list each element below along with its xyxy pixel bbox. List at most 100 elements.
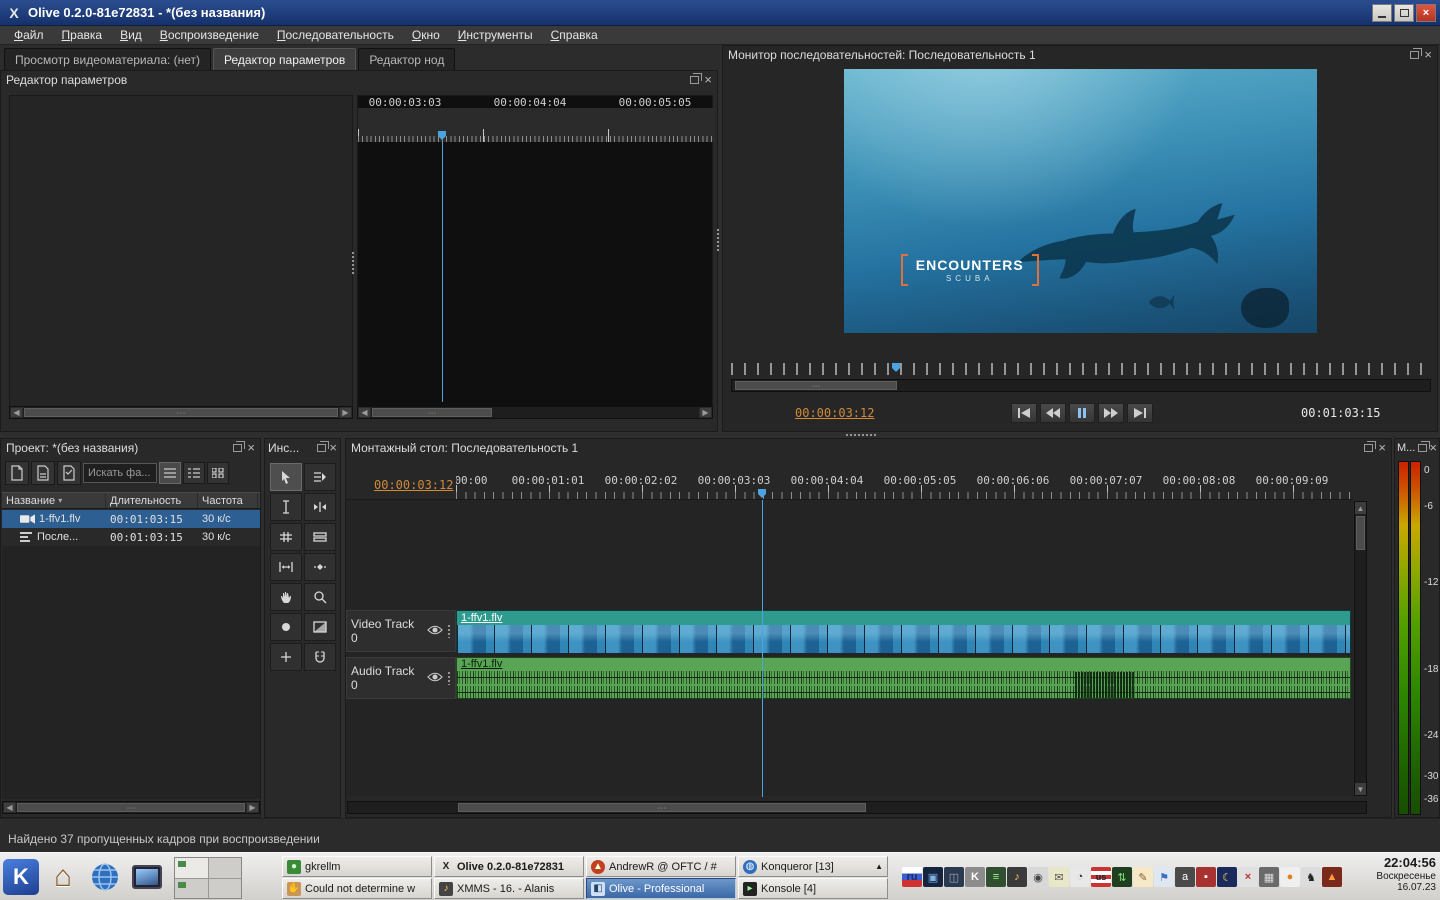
go-to-end-button[interactable] — [1127, 403, 1153, 423]
taskbar-item-notification[interactable]: ✋ Could not determine w — [282, 878, 432, 899]
icon-view-button[interactable] — [207, 462, 229, 484]
timeline-vscrollbar[interactable]: ▲ ▼ — [1354, 501, 1367, 796]
tray-icon-media[interactable]: ♪ — [1007, 867, 1027, 887]
column-name[interactable]: Название ▾ — [2, 493, 106, 508]
hand-tool-button[interactable] — [270, 583, 302, 611]
close-panel-icon[interactable]: × — [1424, 50, 1432, 60]
zoom-tool-button[interactable] — [304, 583, 336, 611]
taskbar-item-olive-browser[interactable]: ◧ Olive - Professional — [586, 878, 736, 899]
monitor-playhead-marker[interactable] — [892, 363, 900, 372]
float-panel-icon[interactable] — [233, 444, 242, 452]
home-launcher[interactable]: ⌂ — [44, 857, 82, 897]
float-panel-icon[interactable] — [690, 76, 699, 84]
list-view-button[interactable] — [183, 462, 205, 484]
close-panel-icon[interactable]: × — [704, 75, 712, 85]
menu-tools[interactable]: Инструменты — [450, 27, 541, 43]
float-panel-icon[interactable] — [1410, 51, 1419, 59]
tray-icon-ball[interactable]: ● — [1280, 867, 1300, 887]
pager-desktop-4[interactable] — [209, 879, 242, 899]
browser-launcher[interactable] — [86, 857, 124, 897]
taskbar-item-xmms[interactable]: ♪ XMMS - 16. - Alanis — [434, 878, 584, 899]
track-select-tool-button[interactable] — [304, 463, 336, 491]
pager-desktop-3[interactable] — [175, 879, 208, 899]
scroll-left-icon[interactable]: ◀ — [358, 407, 371, 418]
monitor-hscrollbar[interactable]: ⋯ — [731, 379, 1431, 392]
tray-icon-moon[interactable]: ☾ — [1217, 867, 1237, 887]
transition-tool-button[interactable] — [304, 613, 336, 641]
float-panel-icon[interactable] — [317, 444, 326, 452]
pane-splitter-grip[interactable] — [351, 251, 355, 275]
taskbar-item-konqueror[interactable]: ◍ Konqueror [13] ▲ — [738, 856, 888, 877]
track-header-grip[interactable] — [447, 624, 451, 638]
tray-icon-package[interactable]: ▪ — [1196, 867, 1216, 887]
track-header-grip[interactable] — [447, 671, 451, 685]
monitor-ruler[interactable] — [731, 353, 1431, 375]
menu-edit[interactable]: Правка — [54, 27, 111, 43]
menu-window[interactable]: Окно — [404, 27, 448, 43]
project-hscrollbar[interactable]: ◀ ▶ ⋯ — [2, 801, 260, 814]
tray-icon-sync[interactable]: ⇅ — [1112, 867, 1132, 887]
tray-icon-screen[interactable]: ◫ — [944, 867, 964, 887]
slide-tool-button[interactable] — [304, 553, 336, 581]
tray-icon-keyboard-us[interactable]: us — [1091, 867, 1111, 887]
scroll-right-icon[interactable]: ▶ — [246, 802, 259, 813]
fast-forward-button[interactable] — [1098, 403, 1124, 423]
tray-icon-mail[interactable]: ✉ — [1049, 867, 1069, 887]
slip-tool-button[interactable] — [270, 553, 302, 581]
app-menu-button[interactable]: K — [2, 857, 40, 897]
sort-icon[interactable]: ▾ — [58, 496, 62, 505]
tray-icon-fire[interactable]: ▲ — [1322, 867, 1342, 887]
timeline-hscrollbar[interactable]: ⋯ — [347, 801, 1367, 814]
save-project-button[interactable] — [57, 461, 81, 485]
close-button[interactable]: × — [1416, 4, 1436, 22]
timeline-current-time[interactable]: 00:00:03:12 — [374, 478, 453, 492]
tray-icon-flag[interactable]: ⚑ — [1154, 867, 1174, 887]
video-clip[interactable]: 1-ffv1.flv — [456, 610, 1351, 652]
keyframe-ruler[interactable]: 00:00:03:03 00:00:04:04 00:00:05:05 — [358, 108, 714, 142]
pager-desktop-1[interactable] — [175, 858, 208, 878]
open-project-button[interactable] — [31, 461, 55, 485]
panel-splitter-grip[interactable] — [716, 228, 720, 252]
menu-view[interactable]: Вид — [112, 27, 150, 43]
scroll-handle[interactable] — [1356, 516, 1365, 550]
taskbar-item-irc[interactable]: ▲ AndrewR @ OFTC / # — [586, 856, 736, 877]
close-panel-icon[interactable]: × — [247, 443, 255, 453]
edit-tool-button[interactable] — [270, 493, 302, 521]
tray-icon-keyboard-ru[interactable]: ru — [902, 867, 922, 887]
scroll-down-icon[interactable]: ▼ — [1355, 783, 1366, 795]
float-panel-icon[interactable] — [1364, 444, 1373, 452]
menu-help[interactable]: Справка — [543, 27, 606, 43]
ripple-tool-button[interactable] — [304, 493, 336, 521]
menu-playback[interactable]: Воспроизведение — [152, 27, 267, 43]
tray-icon-krandr[interactable]: K — [965, 867, 985, 887]
taskbar-item-gkrellm[interactable]: ● gkrellm — [282, 856, 432, 877]
project-row-sequence[interactable]: После... 00:01:03:15 30 к/с — [2, 528, 260, 546]
minimize-button[interactable] — [1372, 4, 1392, 22]
video-track-visibility-toggle[interactable] — [427, 624, 443, 638]
taskbar-item-konsole[interactable]: ▸ Konsole [4] — [738, 878, 888, 899]
scroll-left-icon[interactable]: ◀ — [10, 407, 23, 418]
close-panel-icon[interactable]: × — [1378, 443, 1386, 453]
tray-icon-power[interactable]: ≡ — [986, 867, 1006, 887]
tray-icon-xkill[interactable]: × — [1238, 867, 1258, 887]
scroll-handle[interactable]: ⋯ — [458, 803, 866, 812]
close-panel-icon[interactable]: × — [329, 443, 337, 453]
close-panel-icon[interactable]: × — [1429, 443, 1437, 453]
tray-icon-volume[interactable]: ◉ — [1028, 867, 1048, 887]
menu-file[interactable]: Файл — [6, 27, 52, 43]
group-arrow-icon[interactable]: ▲ — [875, 862, 883, 871]
tray-icon-grid[interactable]: ▦ — [1259, 867, 1279, 887]
razor-tool-button[interactable] — [270, 523, 302, 551]
scroll-left-icon[interactable]: ◀ — [3, 802, 16, 813]
rolling-tool-button[interactable] — [304, 523, 336, 551]
tree-view-button[interactable] — [159, 462, 181, 484]
maximize-button[interactable] — [1394, 4, 1414, 22]
monitor-current-time[interactable]: 00:00:03:12 — [795, 406, 874, 420]
rewind-button[interactable] — [1040, 403, 1066, 423]
scroll-handle[interactable]: ⋯ — [17, 803, 245, 812]
keyframe-hscrollbar[interactable]: ◀ ▶ ⋯ — [357, 406, 713, 419]
scroll-handle[interactable]: ⋯ — [372, 408, 492, 417]
scroll-right-icon[interactable]: ▶ — [699, 407, 712, 418]
column-duration[interactable]: Длительность — [106, 493, 198, 508]
column-rate[interactable]: Частота — [198, 493, 258, 508]
